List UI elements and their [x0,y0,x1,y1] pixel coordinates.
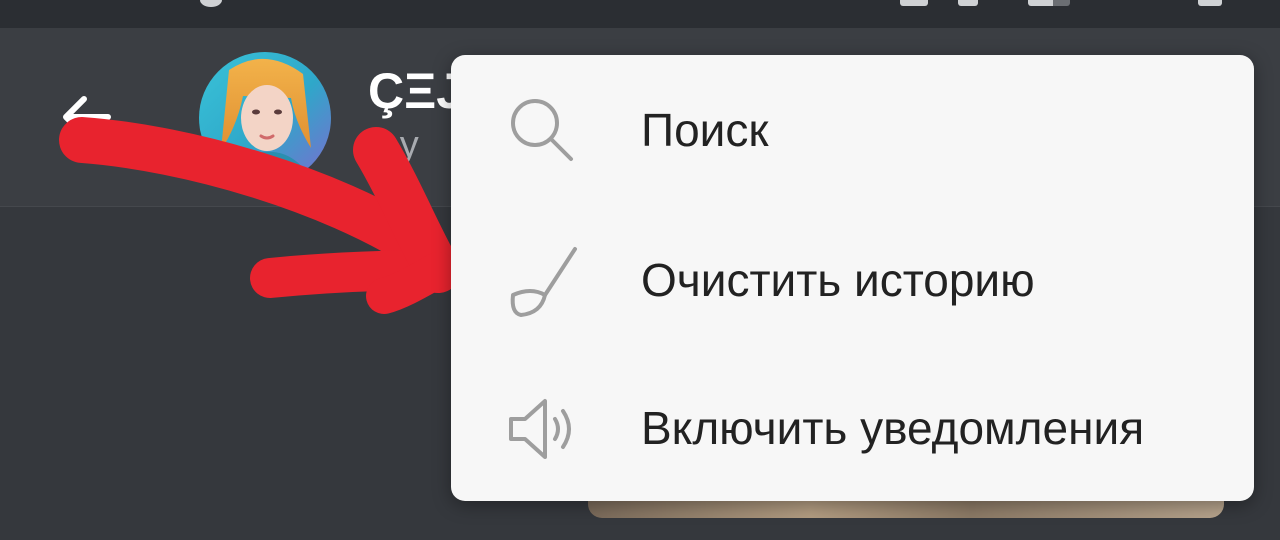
speaker-icon [509,399,571,459]
avatar-image [199,52,331,184]
back-arrow-icon [63,96,111,138]
broom-icon [510,247,577,317]
status-icon [200,0,222,7]
back-button[interactable] [52,83,120,151]
menu-item-label: Поиск [641,104,769,156]
status-icon [958,0,978,6]
menu-item-clear-history[interactable]: Очистить историю [451,205,1254,353]
search-icon [511,99,573,161]
menu-item-search[interactable]: Поиск [451,55,1254,203]
avatar[interactable] [199,52,331,184]
chat-title[interactable]: ÇΞJ [368,62,464,120]
menu-item-label: Включить уведомления [641,402,1145,454]
menu-item-label: Очистить историю [641,254,1035,306]
chat-subtitle: 2 у [368,124,419,166]
status-icon [1198,0,1222,6]
status-icon [900,0,928,6]
menu-item-enable-notifications[interactable]: Включить уведомления [451,353,1254,501]
status-bar [0,0,1280,28]
overflow-menu: Поиск Очистить историю Включить уведомле… [451,55,1254,501]
battery-icon [1028,0,1070,6]
